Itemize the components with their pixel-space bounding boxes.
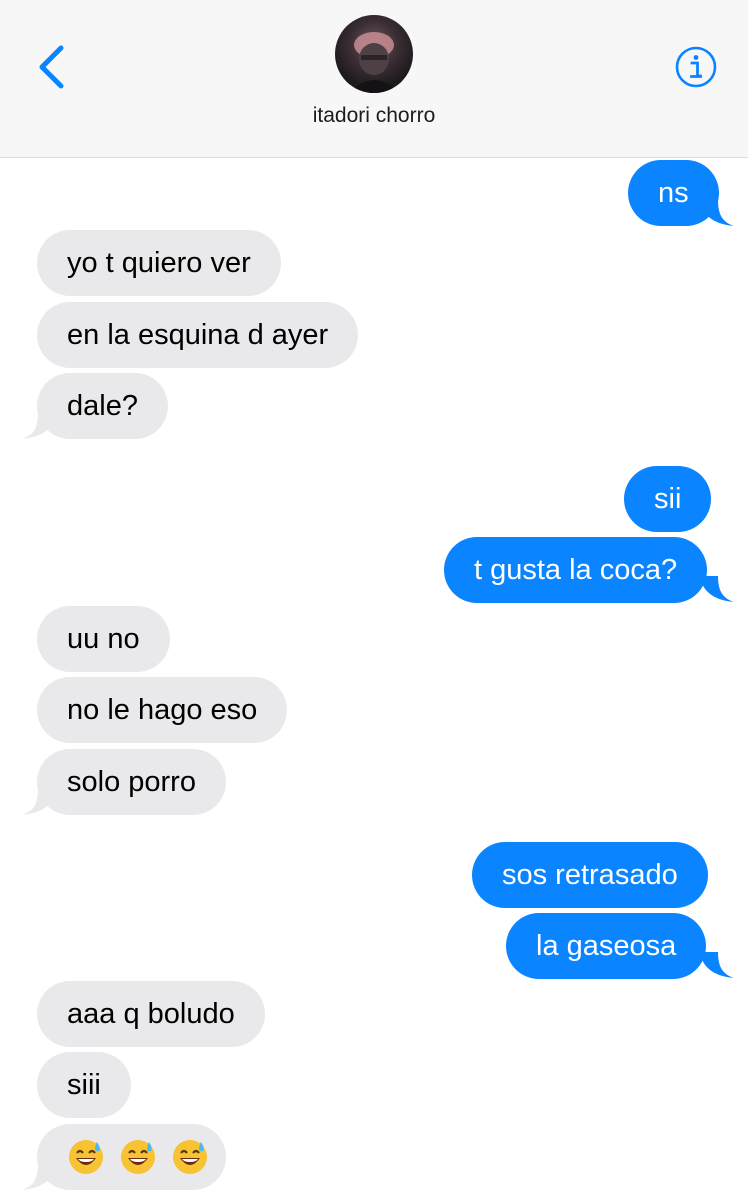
message-bubble-incoming[interactable]: yo t quiero ver — [37, 230, 281, 296]
message-text: t gusta la coca? — [474, 554, 678, 586]
bubble-tail-outgoing — [700, 200, 734, 226]
contact-name[interactable]: itadori chorro — [0, 104, 748, 128]
message-text: solo porro — [67, 766, 196, 798]
message-bubble-incoming[interactable]: siii — [37, 1052, 131, 1118]
message-bubble-incoming[interactable]: dale? — [37, 373, 168, 439]
avatar-portrait — [349, 32, 399, 93]
message-text: en la esquina d ayer — [67, 319, 329, 351]
message-text: sos retrasado — [502, 859, 678, 891]
bubble-tail-outgoing — [700, 952, 734, 978]
message-bubble-incoming-emoji[interactable] — [37, 1124, 226, 1190]
info-button[interactable] — [674, 45, 718, 89]
bubble-tail-incoming — [22, 413, 56, 439]
message-text: uu no — [67, 623, 140, 655]
message-bubble-incoming[interactable]: uu no — [37, 606, 170, 672]
message-bubble-incoming[interactable]: en la esquina d ayer — [37, 302, 359, 368]
message-text: ns — [658, 177, 689, 209]
message-thread: ns yo t quiero ver en la esquina d ayer … — [0, 158, 748, 1199]
info-circle-icon — [675, 46, 717, 88]
message-text: la gaseosa — [536, 930, 677, 962]
bubble-tail-incoming — [22, 789, 56, 815]
message-bubble-incoming[interactable]: solo porro — [37, 749, 226, 815]
conversation-header: itadori chorro — [0, 0, 748, 158]
message-bubble-outgoing[interactable]: sii — [624, 466, 712, 532]
grinning-sweat-face-icon — [121, 1140, 155, 1174]
message-bubble-incoming[interactable]: aaa q boludo — [37, 981, 265, 1047]
message-text: dale? — [67, 390, 138, 422]
back-button[interactable] — [30, 40, 80, 96]
grinning-sweat-face-icon — [69, 1140, 103, 1174]
bubble-tail-outgoing — [700, 576, 734, 602]
message-bubble-outgoing[interactable]: sos retrasado — [472, 842, 708, 908]
contact-avatar[interactable] — [335, 15, 413, 93]
message-bubble-outgoing[interactable]: la gaseosa — [506, 913, 707, 979]
message-text: no le hago eso — [67, 694, 258, 726]
grinning-sweat-face-icon — [173, 1140, 207, 1174]
message-text: yo t quiero ver — [67, 247, 251, 279]
message-bubble-outgoing[interactable]: t gusta la coca? — [444, 537, 708, 603]
message-text: siii — [67, 1069, 101, 1101]
chevron-left-icon — [39, 45, 64, 89]
message-text: sii — [654, 483, 682, 515]
emoji-row — [67, 1124, 209, 1190]
message-bubble-incoming[interactable]: no le hago eso — [37, 677, 288, 743]
message-text: aaa q boludo — [67, 998, 235, 1030]
bubble-tail-incoming — [22, 1164, 56, 1190]
